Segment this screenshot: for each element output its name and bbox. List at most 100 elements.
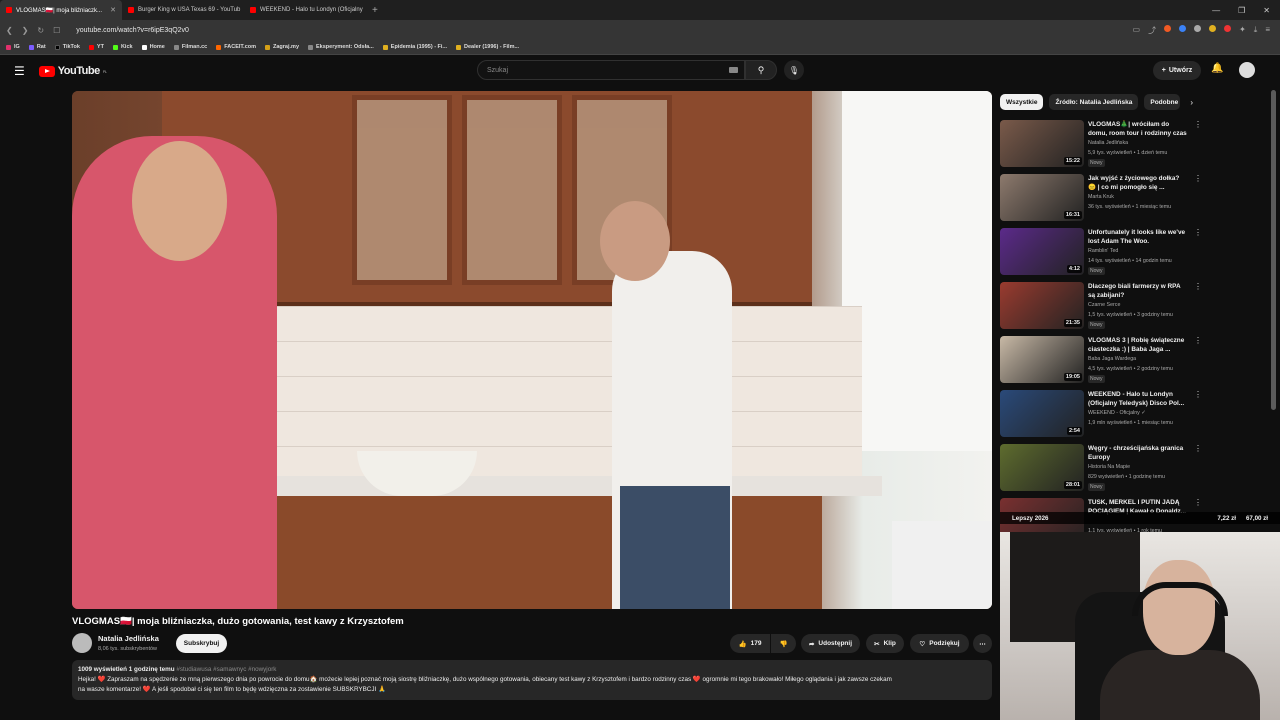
menu-icon[interactable]: ≡ [1265,25,1270,36]
more-vertical-icon[interactable]: ⋮ [1194,174,1202,183]
install-icon[interactable]: ▭ [1133,25,1141,36]
new-tab-icon[interactable]: + [366,5,384,16]
keyboard-icon[interactable] [729,67,738,73]
browser-tab-2[interactable]: Burger King w USA Texas 69 - YouTub✕ [122,0,244,20]
recommendation-title[interactable]: Unfortunately it looks like we've lost A… [1088,228,1188,246]
extension-icon[interactable] [1194,24,1202,32]
recommendation-title[interactable]: Jak wyjść z życiowego dołka? 😑 | co mi p… [1088,174,1188,192]
search-button[interactable]: ⚲ [745,60,777,80]
recommendation-title[interactable]: Dlaczego biali farmerzy w RPA są zabijan… [1088,282,1188,300]
recommendation-item[interactable]: 4:12 Unfortunately it looks like we've lo… [1000,228,1202,276]
channel-name[interactable]: Natalia Jedlińska [98,634,159,643]
chip-all[interactable]: Wszystkie [1000,94,1044,110]
video-player[interactable] [72,91,992,609]
browser-tab-3[interactable]: WEEKEND - Halo tu Londyn (Oficjalny✕ [244,0,366,20]
download-icon[interactable]: ⤓ [1254,25,1258,36]
bookmark-item[interactable]: YT [88,44,104,50]
page-scrollbar[interactable] [1271,90,1276,410]
video-description[interactable]: 1009 wyświetleń 1 godzinę temu #studiawu… [72,660,992,700]
create-button[interactable]: + Utwórz [1153,61,1201,80]
recommendation-thumbnail[interactable]: 15:22 [1000,120,1084,167]
dislike-button[interactable]: 👎 [771,634,796,653]
recommendation-item[interactable]: 28:01 Węgry - chrześcijańska granica Euro… [1000,444,1202,492]
recommendation-item[interactable]: 19:05 VLOGMAS 3 | Robię świąteczne ciaste… [1000,336,1202,384]
back-icon[interactable]: ❮ [6,26,13,35]
bookmark-item[interactable]: Zagraj.my [265,44,299,50]
recommendation-channel[interactable]: Czarne Serce [1088,302,1120,308]
bookmark-item[interactable]: TikTok [54,44,80,50]
share-icon[interactable]: ⤴ [1148,25,1156,36]
recommendation-title[interactable]: WEEKEND - Halo tu Londyn (Oficjalny Tele… [1088,390,1188,408]
hamburger-menu-icon[interactable]: ☰ [14,64,25,78]
recommendation-channel[interactable]: Historia Na Mapie [1088,464,1130,470]
more-vertical-icon[interactable]: ⋮ [1194,498,1202,507]
clip-button[interactable]: ✂ Klip [866,634,904,653]
account-avatar[interactable] [1239,62,1255,78]
bookmark-item[interactable]: Filman.cc [173,44,207,50]
more-vertical-icon[interactable]: ⋮ [1194,336,1202,345]
hashtags[interactable]: #studiawusa #samawnyc #nowyjork [176,666,276,673]
like-button[interactable]: 👍 179 [730,634,770,653]
recommendation-channel[interactable]: Natalia Jedlińska [1088,140,1128,146]
voice-search-button[interactable]: 🎙 [784,60,804,80]
browser-tab-1[interactable]: VLOGMAS🇵🇱| moja bliźniaczk... ✕ [0,0,122,20]
reload-icon[interactable]: ↻ [37,26,44,35]
bookmark-icon[interactable]: ☐ [53,26,60,35]
brave-shield-icon[interactable] [1164,24,1172,32]
recommendation-item[interactable]: 2:54 WEEKEND - Halo tu Londyn (Oficjalny … [1000,390,1202,438]
recommendation-title[interactable]: VLOGMAS 3 | Robię świąteczne ciasteczka … [1088,336,1188,354]
recommendation-item[interactable]: 15:22 VLOGMAS🎄| wróciłam do domu, room to… [1000,120,1202,168]
video-person-head [132,141,227,261]
recommendation-item[interactable]: 21:35 Dlaczego biali farmerzy w RPA są za… [1000,282,1202,330]
more-vertical-icon[interactable]: ⋮ [1194,444,1202,453]
notifications-bell-icon[interactable]: 🔔 [1211,63,1223,74]
bookmark-item[interactable]: IG [6,44,20,50]
region-code: PL [102,68,107,74]
more-vertical-icon[interactable]: ⋮ [1194,390,1202,399]
recommendation-thumbnail[interactable]: 4:12 [1000,228,1084,275]
chip-similar[interactable]: Podobne [1144,94,1181,110]
recommendation-channel[interactable]: Ramblin' Ted [1088,248,1118,254]
share-button[interactable]: ➦ Udostępnij [801,634,860,653]
recommendation-channel[interactable]: Marta Kruk [1088,194,1114,200]
maximize-icon[interactable]: ❐ [1238,6,1245,15]
recommendation-channel[interactable]: Baba Jaga Wardega [1088,356,1136,362]
subscribe-button[interactable]: Subskrybuj [176,634,227,653]
view-count-date: 1009 wyświetleń 1 godzinę temu [78,666,175,673]
forward-icon[interactable]: ❯ [22,26,29,35]
channel-avatar[interactable] [72,633,92,653]
more-vertical-icon[interactable]: ⋮ [1194,120,1202,129]
recommendation-thumbnail[interactable]: 16:31 [1000,174,1084,221]
extension-icon[interactable] [1224,24,1232,32]
more-vertical-icon[interactable]: ⋮ [1194,228,1202,237]
bookmark-item[interactable]: Kick [112,44,133,50]
minimize-icon[interactable]: — [1212,6,1220,15]
recommendation-thumbnail[interactable]: 19:05 [1000,336,1084,383]
chevron-right-icon[interactable]: › [1190,98,1193,107]
close-tab-icon[interactable]: ✕ [110,6,116,14]
extension-icon[interactable] [1209,24,1217,32]
puzzle-icon[interactable]: ✦ [1239,25,1246,36]
chip-source[interactable]: Źródło: Natalia Jedlińska [1049,94,1139,110]
bookmark-item[interactable]: Dealer (1996) - Film... [456,44,519,50]
search-input[interactable]: Szukaj [477,60,745,80]
youtube-logo[interactable]: YouTube PL [38,65,107,77]
bookmark-item[interactable]: Eksperyment: Odsła... [308,44,374,50]
bookmark-item[interactable]: Epidemia (1995) - Fi... [382,44,447,50]
extension-icon[interactable] [1179,24,1187,32]
bookmark-item[interactable]: Home [141,44,165,50]
more-actions-button[interactable]: ⋯ [973,634,992,653]
bookmark-item[interactable]: Rat [28,44,46,50]
recommendation-title[interactable]: Węgry - chrześcijańska granica Europy [1088,444,1188,462]
recommendation-channel[interactable]: WEEKEND - Oficjalny ✓ [1088,410,1146,416]
recommendation-item[interactable]: 16:31 Jak wyjść z życiowego dołka? 😑 | co… [1000,174,1202,222]
close-window-icon[interactable]: ✕ [1263,6,1270,15]
recommendation-thumbnail[interactable]: 2:54 [1000,390,1084,437]
more-vertical-icon[interactable]: ⋮ [1194,282,1202,291]
thanks-button[interactable]: ♡ Podziękuj [910,634,969,653]
url-field[interactable]: youtube.com/watch?v=r6ipE3qQ2v0 [66,27,1132,34]
recommendation-thumbnail[interactable]: 21:35 [1000,282,1084,329]
recommendation-thumbnail[interactable]: 28:01 [1000,444,1084,491]
recommendation-title[interactable]: VLOGMAS🎄| wróciłam do domu, room tour i … [1088,120,1188,138]
bookmark-item[interactable]: FACEIT.com [216,44,256,50]
